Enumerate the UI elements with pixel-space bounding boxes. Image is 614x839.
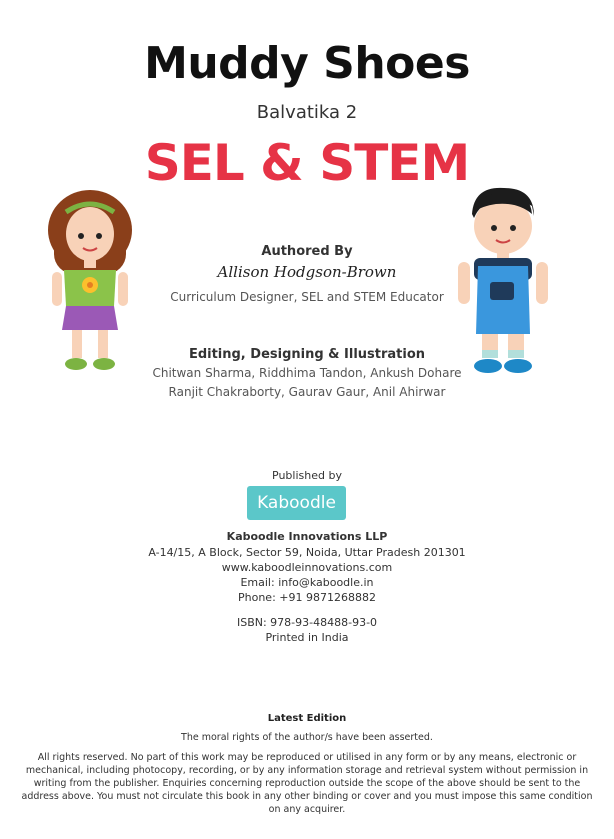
- author-role: Curriculum Designer, SEL and STEM Educat…: [170, 290, 444, 304]
- isbn: ISBN: 978-93-48488-93-0: [236, 616, 378, 629]
- rights-notice: All rights reserved. No part of this wor…: [21, 752, 593, 815]
- editing-names-line2: Ranjit Chakraborty, Gaurav Gaur, Anil Ah…: [168, 385, 446, 399]
- moral-rights: The moral rights of the author/s have be…: [181, 732, 433, 743]
- logo-text: Kaboodle: [257, 493, 336, 513]
- printed-in: Printed in India: [265, 631, 349, 644]
- editing-heading: Editing, Designing & Illustration: [188, 347, 426, 362]
- publisher-name: Kaboodle Innovations LLP: [226, 530, 388, 543]
- publisher-phone: Phone: +91 9871268882: [238, 591, 376, 604]
- book-subtitle: Balvatika 2: [256, 102, 358, 123]
- publisher-address: A-14/15, A Block, Sector 59, Noida, Utta…: [148, 546, 466, 559]
- author-name: Allison Hodgson-Brown: [217, 263, 397, 281]
- published-by-heading: Published by: [272, 469, 342, 482]
- editing-names-line1: Chitwan Sharma, Riddhima Tandon, Ankush …: [152, 366, 462, 380]
- publisher-email: Email: info@kaboodle.in: [240, 576, 374, 589]
- edition-label: Latest Edition: [267, 713, 347, 724]
- book-title: Muddy Shoes: [144, 38, 470, 89]
- kaboodle-logo: Kaboodle: [247, 486, 346, 520]
- authored-heading: Authored By: [261, 244, 353, 259]
- publisher-website: www.kaboodleinnovations.com: [221, 561, 393, 574]
